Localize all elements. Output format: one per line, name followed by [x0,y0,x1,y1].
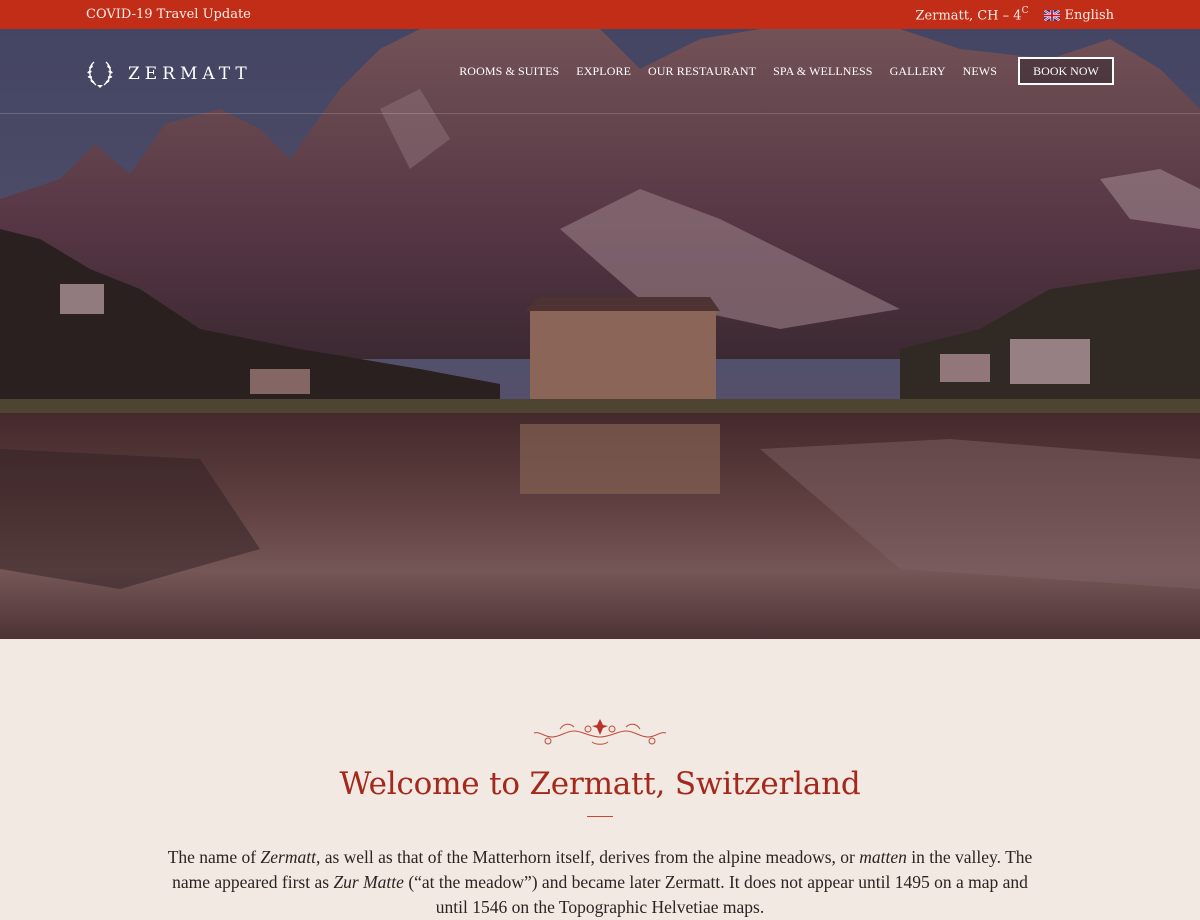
covid-update-link[interactable]: COVID-19 Travel Update [86,7,251,22]
top-bar-right: Zermatt, CH – 4C English [915,6,1115,24]
weather-unit: C [1021,6,1029,16]
welcome-section: Welcome to Zermatt, Switzerland The name… [0,639,1200,917]
top-bar: COVID-19 Travel Update Zermatt, CH – 4C … [0,0,1200,29]
weather-readout: Zermatt, CH – 4C [915,6,1029,24]
hero-tint-overlay [0,29,1200,639]
language-label: English [1064,7,1114,23]
intro-emphasis: matten [859,847,907,867]
intro-emphasis: Zermatt [260,847,316,867]
flourish-ornament-icon [533,719,667,745]
weather-text: Zermatt, CH – 4 [915,8,1022,24]
nav-rooms-suites[interactable]: ROOMS & SUITES [459,64,559,79]
nav-our-restaurant[interactable]: OUR RESTAURANT [648,64,756,79]
book-now-button[interactable]: BOOK NOW [1018,57,1114,85]
main-nav: ROOMS & SUITES EXPLORE OUR RESTAURANT SP… [459,57,1114,85]
welcome-title: Welcome to Zermatt, Switzerland [339,766,861,802]
brand-logo[interactable]: ZERMATT [86,59,252,89]
intro-emphasis: Zur Matte [333,872,404,892]
nav-gallery[interactable]: GALLERY [890,64,946,79]
intro-paragraph: The name of Zermatt, as well as that of … [160,845,1040,920]
brand-name: ZERMATT [128,64,252,84]
uk-flag-icon [1044,9,1061,21]
nav-news[interactable]: NEWS [963,64,997,79]
nav-spa-wellness[interactable]: SPA & WELLNESS [773,64,872,79]
nav-explore[interactable]: EXPLORE [576,64,631,79]
title-underline [587,816,613,817]
intro-text: The name of [167,847,261,867]
laurel-wreath-icon [87,61,113,88]
intro-text: (“at the meadow”) and became later Zerma… [403,872,1028,917]
language-selector[interactable]: English [1044,8,1114,23]
intro-text: , as well as that of the Matterhorn itse… [315,847,860,867]
hero-banner: ZERMATT ROOMS & SUITES EXPLORE OUR RESTA… [0,29,1200,639]
nav-divider [0,113,1200,114]
